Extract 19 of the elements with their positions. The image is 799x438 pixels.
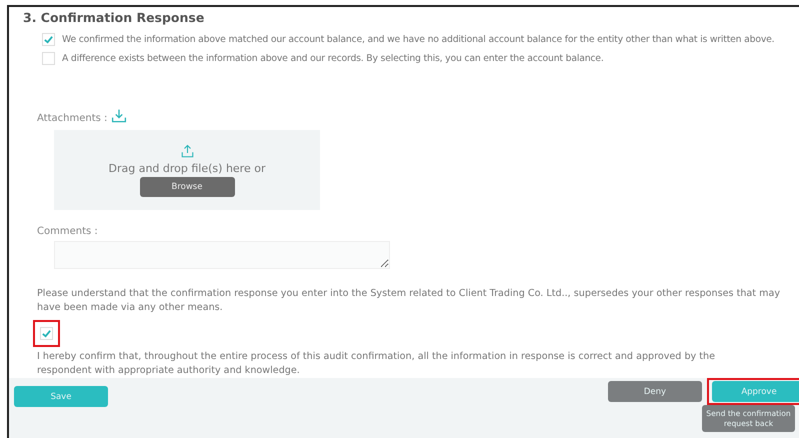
attachments-label: Attachments : [37,113,108,124]
approve-button[interactable]: Approve [712,381,799,402]
checkbox[interactable] [42,52,55,65]
checkbox[interactable] [42,33,55,46]
comments-label: Comments : [37,226,99,237]
browse-button[interactable]: Browse [140,176,234,196]
section-title: 3. Confirmation Response [23,10,206,27]
checkbox[interactable] [40,327,53,340]
upload-icon [180,144,194,158]
notice-text: Please understand that the confirmation response you enter into the System related to Client Trading Co. Ltd.., supersedes your other responses that may have been made via any other means. [37,287,782,315]
drop-zone-text: Drag and drop file(s) here or [108,162,266,174]
save-button[interactable]: Save [14,386,108,407]
comments-field[interactable] [54,241,390,269]
deny-button[interactable]: Deny [608,381,702,402]
option-label: We confirmed the information above matched our account balance, and we have no additional account balance for the entity other than what is written above. [62,34,774,45]
option-label: A difference exists between the information above and our records. By selecting this, you can enter the account balance. [62,53,604,64]
confirmation-statement: I hereby confirm that, throughout the entire process of this audit confirmation, all the information in response is correct and approved by the respondent with appropriate authority and knowledge. [37,350,716,378]
download-icon [111,108,128,124]
drop-zone[interactable]: Drag and drop file(s) here or Browse [54,130,320,210]
